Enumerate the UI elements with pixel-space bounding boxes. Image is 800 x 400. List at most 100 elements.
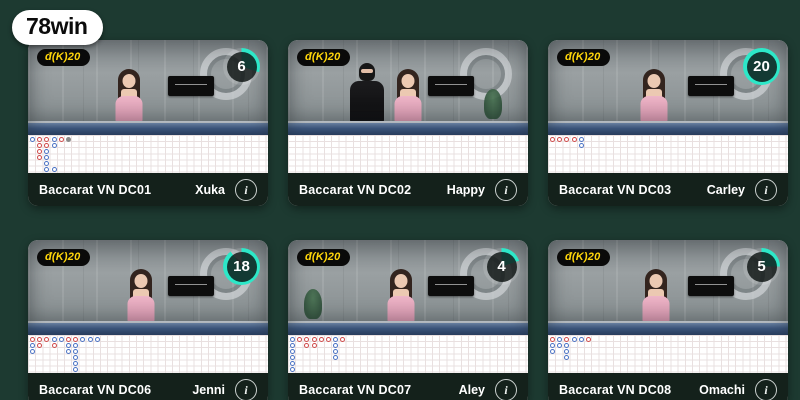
dealer-name: Jenni <box>192 382 225 397</box>
game-card[interactable]: đ(K)20 Baccarat VN DC02 Happy i <box>288 40 528 206</box>
info-button[interactable]: i <box>755 178 777 201</box>
road-dot <box>578 136 584 142</box>
info-button[interactable]: i <box>235 178 257 201</box>
countdown-face: 20 <box>746 51 777 82</box>
road-dot <box>87 336 93 342</box>
live-video-preview: đ(K)20 <box>288 40 528 135</box>
road-dot <box>51 142 57 148</box>
table-name: Baccarat VN DC08 <box>559 382 672 397</box>
road-dot <box>44 136 50 142</box>
road-dot <box>340 336 346 342</box>
road-dot <box>550 336 555 342</box>
dealer-name: Omachi <box>699 382 745 397</box>
road-dot <box>94 336 100 342</box>
road-dot <box>550 342 555 348</box>
table-name: Baccarat VN DC03 <box>559 182 672 197</box>
live-video-preview: đ(K)20 18 <box>28 240 268 335</box>
road-dot <box>333 336 339 342</box>
road-dot <box>30 342 35 348</box>
countdown-face: 4 <box>486 251 517 282</box>
road-dot <box>44 160 50 166</box>
road-map <box>548 335 788 373</box>
card-footer: Baccarat VN DC02 Happy i <box>288 173 528 206</box>
road-dot <box>564 348 570 354</box>
road-dot <box>73 342 79 348</box>
road-dot <box>290 342 295 348</box>
road-dot <box>30 348 35 354</box>
road-dot <box>304 342 310 348</box>
road-dot <box>290 360 295 366</box>
countdown-value: 20 <box>753 58 770 75</box>
road-dot <box>37 142 43 148</box>
road-dot <box>564 136 570 142</box>
road-dot <box>66 336 71 342</box>
countdown-value: 18 <box>233 258 250 275</box>
countdown-value: 5 <box>757 258 766 275</box>
dealer-name: Xuka <box>195 182 225 197</box>
road-dot <box>311 342 317 348</box>
info-button[interactable]: i <box>235 378 257 400</box>
road-dot <box>550 348 555 354</box>
info-button[interactable]: i <box>495 378 517 400</box>
road-dot <box>564 342 570 348</box>
road-dot <box>66 348 71 354</box>
countdown-value: 4 <box>497 258 506 275</box>
road-dot <box>557 336 563 342</box>
road-dot <box>30 336 35 342</box>
road-dot <box>44 154 50 160</box>
road-dot <box>290 348 295 354</box>
road-dot <box>586 336 591 342</box>
road-dot <box>58 136 64 142</box>
road-dot <box>73 336 79 342</box>
road-dot <box>578 336 584 342</box>
road-dot <box>51 167 57 172</box>
road-map <box>28 135 268 173</box>
road-dot <box>290 354 295 360</box>
min-bet-badge: đ(K)20 <box>557 49 611 66</box>
road-dot <box>37 336 43 342</box>
game-card[interactable]: đ(K)20 18 Baccarat VN DC06 Jenni i <box>28 240 268 400</box>
game-card[interactable]: đ(K)20 6 Baccarat VN DC01 Xuka i <box>28 40 268 206</box>
game-card[interactable]: đ(K)20 4 Baccarat VN DC07 Aley i <box>288 240 528 400</box>
road-map <box>28 335 268 373</box>
countdown-timer: 5 <box>743 248 780 285</box>
road-dot <box>333 354 339 360</box>
tables-grid: đ(K)20 6 Baccarat VN DC01 Xuka i đ(K)20 … <box>28 40 788 400</box>
road-dot <box>557 342 563 348</box>
road-dot <box>304 336 310 342</box>
min-bet-badge: đ(K)20 <box>297 249 351 266</box>
info-button[interactable]: i <box>495 178 517 201</box>
road-dot <box>66 136 71 142</box>
road-dot <box>557 136 563 142</box>
road-dot <box>290 336 295 342</box>
countdown-face: 18 <box>226 251 257 282</box>
road-dot <box>37 342 43 348</box>
road-dot <box>66 342 71 348</box>
road-dot <box>44 167 50 172</box>
min-bet-badge: đ(K)20 <box>37 249 91 266</box>
road-dot <box>58 336 64 342</box>
road-dot <box>564 354 570 360</box>
info-button[interactable]: i <box>755 378 777 400</box>
min-bet-badge: đ(K)20 <box>297 49 351 66</box>
road-dot <box>44 336 50 342</box>
road-dot <box>578 142 584 148</box>
countdown-value: 6 <box>237 58 246 75</box>
road-dot <box>30 136 35 142</box>
game-card[interactable]: đ(K)20 5 Baccarat VN DC08 Omachi i <box>548 240 788 400</box>
table-name: Baccarat VN DC02 <box>299 182 412 197</box>
dealer-name: Aley <box>458 382 485 397</box>
road-dot <box>297 336 303 342</box>
dealer-name: Happy <box>446 182 485 197</box>
road-dot <box>73 348 79 354</box>
road-dot <box>290 367 295 372</box>
table-name: Baccarat VN DC06 <box>39 382 152 397</box>
live-video-preview: đ(K)20 6 <box>28 40 268 135</box>
game-card[interactable]: đ(K)20 20 Baccarat VN DC03 Carley i <box>548 40 788 206</box>
road-dot <box>51 136 57 142</box>
countdown-timer: 20 <box>743 48 780 85</box>
brand-logo[interactable]: 78win <box>12 10 104 45</box>
dealer-name: Carley <box>706 182 745 197</box>
countdown-face: 5 <box>746 251 777 282</box>
road-dot <box>550 136 555 142</box>
